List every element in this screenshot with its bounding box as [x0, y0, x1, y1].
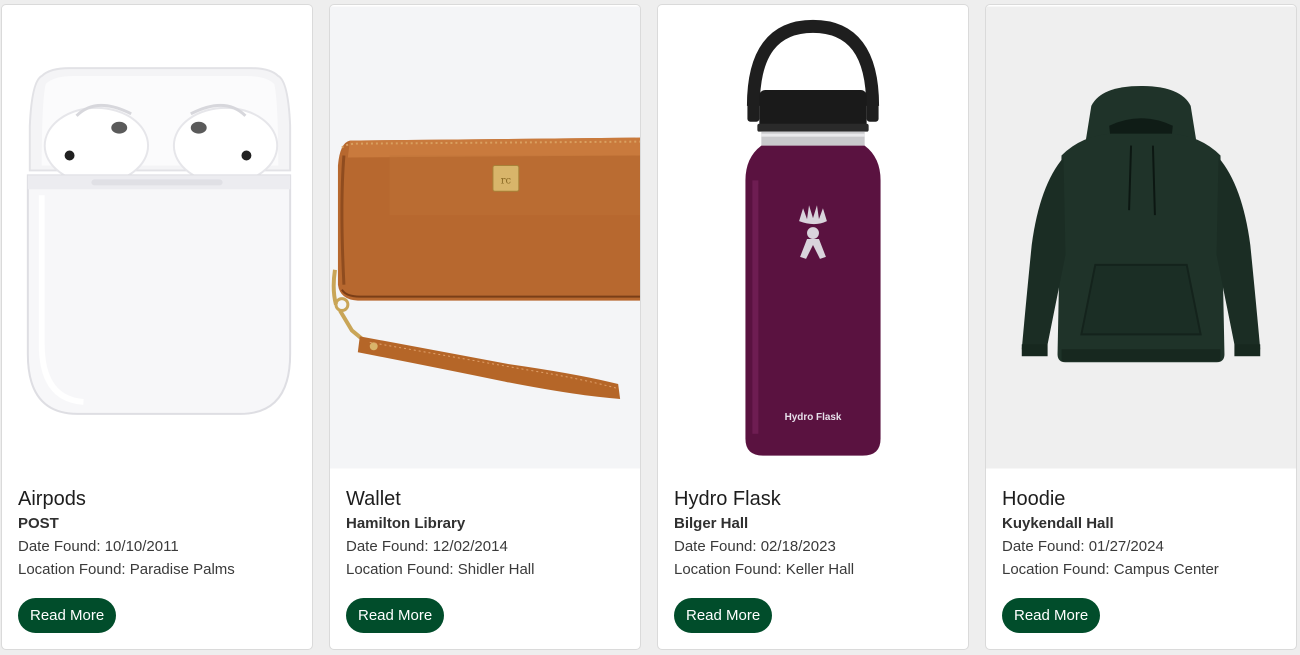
hydro-flask-image: Hydro Flask [658, 5, 968, 470]
card-title: Wallet [346, 488, 401, 510]
card-subtitle: Hamilton Library [346, 515, 466, 532]
read-more-button[interactable]: Read More [1002, 598, 1101, 633]
bottle-brand-text: Hydro Flask [785, 412, 842, 423]
wallet-picture: rc [330, 6, 640, 469]
date-found-text: Date Found: 02/18/2023 [674, 538, 836, 555]
date-found-text: Date Found: 12/02/2014 [346, 538, 508, 555]
card-title: Airpods [18, 488, 86, 510]
date-found-text: Date Found: 01/27/2024 [1002, 538, 1164, 555]
card-body: Hydro Flask Bilger Hall Date Found: 02/1… [674, 486, 956, 581]
location-found-text: Location Found: Campus Center [1002, 561, 1219, 578]
hoodie-image [986, 5, 1296, 470]
airpods-image [2, 5, 312, 470]
airpods-case-picture [2, 6, 312, 469]
item-card-wallet: rc Wallet Hamilton Library Date Found: 1… [329, 4, 641, 650]
read-more-button[interactable]: Read More [18, 598, 117, 633]
wallet-image: rc [330, 5, 640, 470]
card-body: Wallet Hamilton Library Date Found: 12/0… [346, 486, 628, 581]
item-card-hoodie: Hoodie Kuykendall Hall Date Found: 01/27… [985, 4, 1297, 650]
location-found-text: Location Found: Keller Hall [674, 561, 855, 578]
hoodie-picture [986, 6, 1296, 469]
card-subtitle: Bilger Hall [674, 515, 749, 532]
card-title: Hoodie [1002, 488, 1066, 510]
card-body: Hoodie Kuykendall Hall Date Found: 01/27… [1002, 486, 1284, 581]
location-found-text: Location Found: Shidler Hall [346, 561, 535, 578]
card-body: Airpods POST Date Found: 10/10/2011 Loca… [18, 486, 300, 581]
svg-text:rc: rc [501, 175, 512, 186]
water-bottle-picture: Hydro Flask [658, 6, 968, 469]
location-found-text: Location Found: Paradise Palms [18, 561, 235, 578]
card-subtitle: Kuykendall Hall [1002, 515, 1114, 532]
item-card-hydro-flask: Hydro Flask Hydro Flask Bilger Hall Date… [657, 4, 969, 650]
read-more-button[interactable]: Read More [346, 598, 445, 633]
card-subtitle: POST [18, 515, 59, 532]
card-title: Hydro Flask [674, 488, 781, 510]
item-card-airpods: Airpods POST Date Found: 10/10/2011 Loca… [1, 4, 313, 650]
date-found-text: Date Found: 10/10/2011 [18, 538, 179, 555]
read-more-button[interactable]: Read More [674, 598, 773, 633]
